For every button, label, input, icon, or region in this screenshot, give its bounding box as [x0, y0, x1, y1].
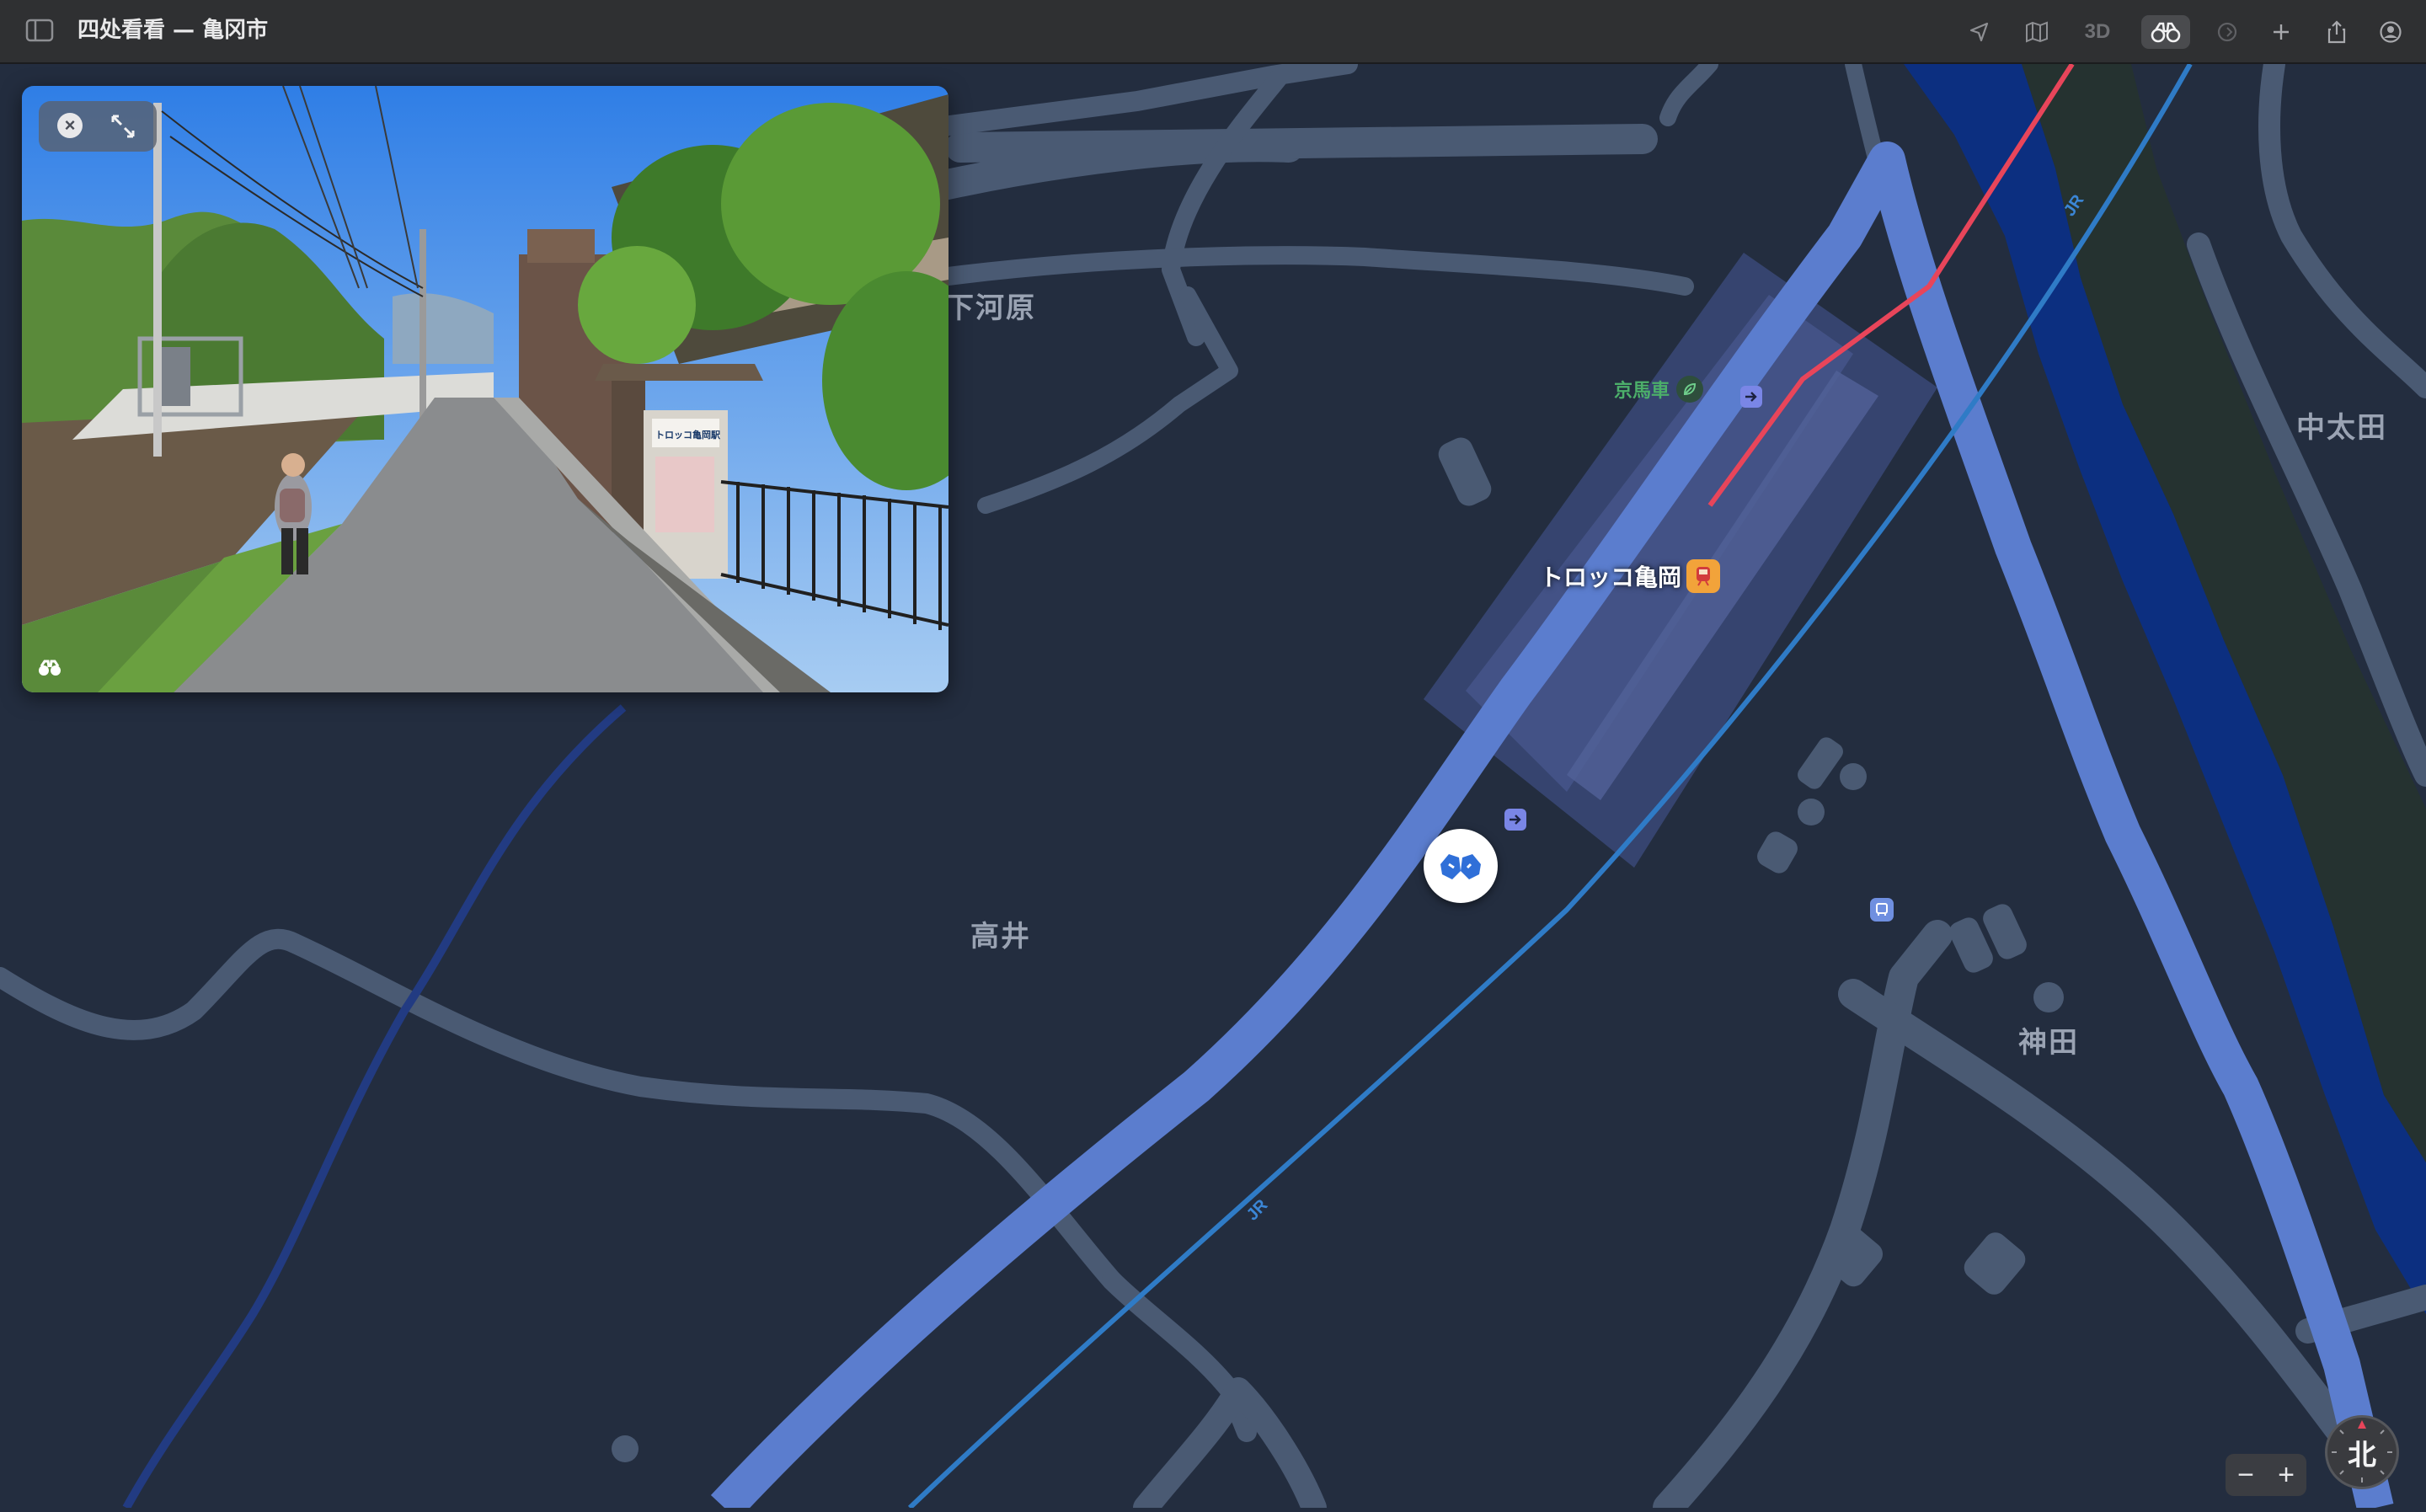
binoculars-badge-icon: [37, 659, 62, 679]
place-label-kanda: 神田: [2018, 1026, 2079, 1060]
sidebar-toggle-icon[interactable]: [25, 19, 54, 42]
place-label-takai: 高井: [970, 920, 1031, 954]
road-minor: [2258, 53, 2426, 398]
road-minor: [928, 124, 1658, 200]
toolbar: 四处看看 — 亀冈市 3D: [0, 0, 2426, 64]
look-around-controls: ×: [39, 101, 157, 152]
poi-kyobasha[interactable]: 京馬車: [1614, 376, 1704, 403]
window-title: 四处看看 — 亀冈市: [77, 18, 269, 43]
station-label: トロッコ亀岡: [1540, 564, 1682, 591]
share-icon[interactable]: [2320, 15, 2354, 49]
binoculars-icon: [1440, 854, 1481, 879]
boundary-line: [122, 704, 627, 1510]
look-around-preview[interactable]: トロッコ亀岡駅 ×: [22, 86, 948, 692]
leaf-icon: [1676, 376, 1704, 403]
binoculars-icon[interactable]: [2141, 15, 2190, 49]
zoom-out-button[interactable]: −: [2237, 1459, 2254, 1492]
road-minor: [1838, 979, 2357, 1447]
location-arrow-icon[interactable]: [1963, 15, 1996, 49]
train-icon: [1686, 559, 1721, 593]
map-icon[interactable]: [2020, 15, 2054, 49]
road-minor: [1659, 56, 1718, 126]
road-minor: [0, 928, 1122, 1290]
look-around-sign-text: トロッコ亀岡駅: [655, 429, 720, 441]
poi-kyobasha-label: 京馬車: [1614, 381, 1670, 402]
entrance-arrow-icon[interactable]: [1740, 386, 1762, 408]
entrance-arrow-icon[interactable]: [1504, 809, 1526, 831]
compass-button[interactable]: 北: [2325, 1415, 2399, 1489]
account-icon[interactable]: [2374, 15, 2407, 49]
zoom-in-button[interactable]: +: [2278, 1459, 2295, 1492]
bus-stop-icon[interactable]: [1870, 898, 1894, 922]
place-label-shimogawara: 下河原: [945, 291, 1036, 325]
close-icon[interactable]: ×: [57, 113, 83, 138]
road-minor: [926, 246, 1694, 296]
compass-label: 北: [2348, 1438, 2376, 1472]
3d-toggle[interactable]: 3D: [2081, 15, 2114, 49]
zoom-control: − +: [2226, 1454, 2306, 1496]
plus-icon[interactable]: [2264, 15, 2298, 49]
look-around-position-marker[interactable]: [1424, 829, 1498, 903]
road-minor: [1133, 1377, 1327, 1512]
look-around-icon[interactable]: [2210, 15, 2244, 49]
street-view-image: トロッコ亀岡駅: [22, 86, 948, 692]
place-label-nakatata: 中太田: [2296, 411, 2387, 445]
poi-station-torokko-kameoka[interactable]: トロッコ亀岡: [1540, 559, 1721, 593]
expand-icon[interactable]: [106, 110, 140, 143]
